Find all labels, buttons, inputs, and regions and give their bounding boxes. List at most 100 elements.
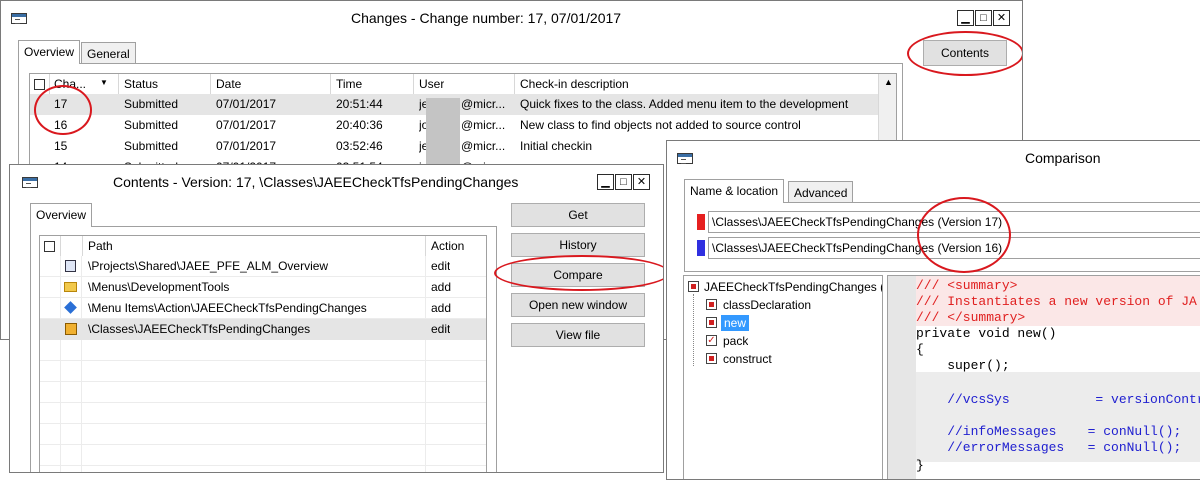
status: Submitted bbox=[124, 97, 179, 111]
contents-title: Contents - Version: 17, \Classes\JAEEChe… bbox=[113, 174, 519, 190]
col-date[interactable]: Date bbox=[216, 77, 241, 91]
tab-advanced[interactable]: Advanced bbox=[788, 181, 854, 203]
changes-titlebar: Changes - Change number: 17, 07/01/2017 … bbox=[1, 1, 1022, 35]
action: edit bbox=[431, 322, 451, 336]
tree-item-label: classDeclaration bbox=[723, 298, 812, 312]
tab-general[interactable]: General bbox=[81, 42, 136, 64]
change-number: 15 bbox=[54, 139, 68, 153]
minimize-icon[interactable]: ▁ bbox=[957, 10, 974, 26]
method-tree: JAEECheckTfsPendingChanges (V classDecla… bbox=[683, 275, 883, 479]
method-icon bbox=[706, 299, 717, 310]
action: edit bbox=[431, 259, 451, 273]
code-line: super(); bbox=[916, 358, 1010, 373]
contents-grid-header: Path Action bbox=[40, 236, 486, 257]
path: \Menus\DevelopmentTools bbox=[88, 280, 230, 294]
contents-button[interactable]: Contents bbox=[923, 40, 1007, 66]
code-gutter bbox=[888, 276, 916, 479]
action: add bbox=[431, 280, 452, 294]
col-time[interactable]: Time bbox=[336, 77, 362, 91]
contents-window: Contents - Version: 17, \Classes\JAEEChe… bbox=[9, 164, 664, 473]
tree-item-label: pack bbox=[723, 334, 749, 348]
user-domain: @micr... bbox=[461, 97, 506, 111]
version-16-field[interactable]: \Classes\JAEECheckTfsPendingChanges (Ver… bbox=[708, 237, 1200, 259]
time: 03:52:46 bbox=[336, 139, 383, 153]
menu-item-action-icon bbox=[64, 301, 77, 314]
change-number: 16 bbox=[54, 118, 68, 132]
contents-grid: Path Action \Projects\Shared\JAEE_PFE_AL… bbox=[39, 235, 487, 472]
version-17-field[interactable]: \Classes\JAEECheckTfsPendingChanges (Ver… bbox=[708, 211, 1200, 233]
description: Quick fixes to the class. Added menu ite… bbox=[520, 97, 849, 111]
maximize-icon[interactable]: □ bbox=[615, 174, 632, 190]
col-description[interactable]: Check-in description bbox=[520, 77, 629, 91]
col-change[interactable]: Cha... bbox=[54, 77, 94, 91]
date: 07/01/2017 bbox=[216, 97, 277, 111]
comparison-window: Comparison Name & location Advanced \Cla… bbox=[666, 140, 1200, 480]
list-item[interactable]: \Menu Items\Action\JAEECheckTfsPendingCh… bbox=[40, 298, 486, 319]
code-line: /// Instantiates a new version of JA bbox=[916, 294, 1197, 309]
list-item[interactable]: \Projects\Shared\JAEE_PFE_ALM_Overview e… bbox=[40, 256, 486, 277]
path: \Classes\JAEECheckTfsPendingChanges bbox=[88, 322, 311, 336]
view-file-button[interactable]: View file bbox=[511, 323, 645, 347]
get-button[interactable]: Get bbox=[511, 203, 645, 227]
window-icon bbox=[11, 13, 27, 24]
list-item[interactable]: \Menus\DevelopmentTools add bbox=[40, 277, 486, 298]
change-number: 17 bbox=[54, 97, 68, 111]
maximize-icon[interactable]: □ bbox=[975, 10, 992, 26]
method-icon bbox=[706, 353, 717, 364]
changes-title: Changes - Change number: 17, 07/01/2017 bbox=[351, 10, 622, 26]
col-status[interactable]: Status bbox=[124, 77, 158, 91]
code-line: //vcsSys = versionContr bbox=[916, 392, 1200, 407]
tab-overview[interactable]: Overview bbox=[30, 203, 93, 227]
scroll-up-icon[interactable]: ▲ bbox=[884, 77, 893, 87]
comparison-titlebar: Comparison bbox=[667, 141, 1200, 175]
list-item[interactable]: \Classes\JAEECheckTfsPendingChanges edit bbox=[40, 319, 486, 340]
path: \Projects\Shared\JAEE_PFE_ALM_Overview bbox=[88, 259, 329, 273]
select-all-checkbox[interactable] bbox=[34, 79, 45, 90]
version-17-color-swatch bbox=[697, 214, 705, 230]
code-line: } bbox=[916, 458, 924, 473]
date: 07/01/2017 bbox=[216, 139, 277, 153]
window-icon bbox=[677, 153, 693, 164]
action: add bbox=[431, 301, 452, 315]
code-line: /// </summary> bbox=[916, 310, 1026, 325]
tree-item-label-selected: new bbox=[721, 315, 750, 331]
project-icon bbox=[65, 260, 76, 272]
checked-method-icon: ✓ bbox=[706, 335, 717, 346]
sort-down-icon: ▼ bbox=[100, 78, 108, 87]
code-line: { bbox=[916, 342, 924, 357]
col-path[interactable]: Path bbox=[88, 239, 113, 253]
description: New class to find objects not added to s… bbox=[520, 118, 801, 132]
code-view: /// <summary> /// Instantiates a new ver… bbox=[887, 275, 1200, 479]
code-line: //errorMessages = conNull(); bbox=[916, 440, 1182, 455]
tab-overview[interactable]: Overview bbox=[18, 40, 81, 64]
status: Submitted bbox=[124, 118, 179, 132]
class-icon bbox=[688, 281, 699, 292]
code-line: /// <summary> bbox=[916, 278, 1018, 293]
class-icon bbox=[65, 323, 77, 335]
minimize-icon[interactable]: ▁ bbox=[597, 174, 614, 190]
time: 20:40:36 bbox=[336, 118, 383, 132]
time: 20:51:44 bbox=[336, 97, 383, 111]
folder-icon bbox=[64, 282, 77, 292]
history-button[interactable]: History bbox=[511, 233, 645, 257]
tab-name-and-location[interactable]: Name & location bbox=[684, 179, 785, 203]
changes-grid-header: Cha... ▼ Status Date Time User Check-in … bbox=[30, 74, 896, 95]
window-icon bbox=[22, 177, 38, 188]
code-line: //infoMessages = conNull(); bbox=[916, 424, 1182, 439]
close-icon[interactable]: ✕ bbox=[993, 10, 1010, 26]
user-domain: @micr... bbox=[461, 139, 506, 153]
path: \Menu Items\Action\JAEECheckTfsPendingCh… bbox=[88, 301, 367, 315]
col-user[interactable]: User bbox=[419, 77, 444, 91]
tree-item-label: construct bbox=[723, 352, 772, 366]
col-action[interactable]: Action bbox=[431, 239, 464, 253]
method-icon bbox=[706, 317, 717, 328]
status: Submitted bbox=[124, 139, 179, 153]
tree-connector bbox=[693, 294, 695, 366]
date: 07/01/2017 bbox=[216, 118, 277, 132]
code-line: private void new() bbox=[916, 326, 1057, 341]
select-all-checkbox[interactable] bbox=[44, 241, 55, 252]
comparison-title: Comparison bbox=[1025, 150, 1101, 166]
close-icon[interactable]: ✕ bbox=[633, 174, 650, 190]
open-new-window-button[interactable]: Open new window bbox=[511, 293, 645, 317]
compare-button[interactable]: Compare bbox=[511, 263, 645, 287]
